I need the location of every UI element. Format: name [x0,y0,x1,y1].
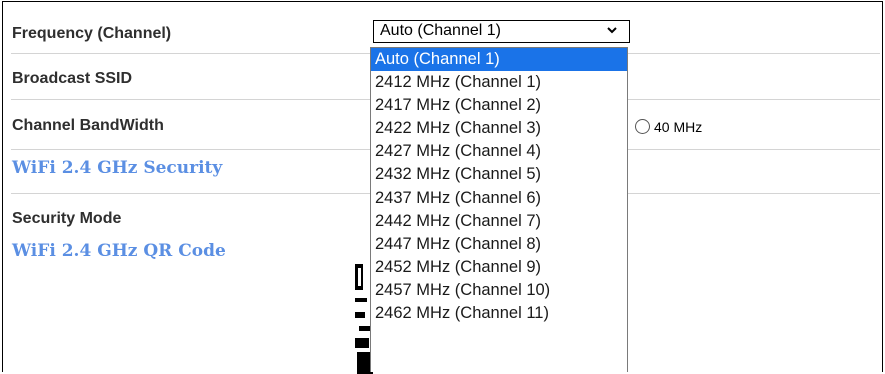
dropdown-option[interactable]: 2457 MHz (Channel 10) [371,279,627,302]
dropdown-option[interactable]: 2442 MHz (Channel 7) [371,210,627,233]
dropdown-option[interactable]: 2437 MHz (Channel 6) [371,187,627,210]
frequency-select-value: Auto (Channel 1) [380,22,501,39]
security-mode-label: Security Mode [12,210,122,227]
dropdown-option[interactable]: 2452 MHz (Channel 9) [371,256,627,279]
dropdown-option[interactable]: 2462 MHz (Channel 11) [371,302,627,325]
chevron-down-icon [607,27,617,34]
dropdown-option[interactable]: 2412 MHz (Channel 1) [371,71,627,94]
dropdown-option[interactable]: 2427 MHz (Channel 4) [371,140,627,163]
qr-section-title: WiFi 2.4 GHz QR Code [12,241,226,261]
frequency-dropdown-list[interactable]: Auto (Channel 1) 2412 MHz (Channel 1) 24… [370,47,628,372]
dropdown-option[interactable]: 2432 MHz (Channel 5) [371,163,627,186]
bandwidth-40-option[interactable]: 40 MHz [635,119,702,135]
frequency-select[interactable]: Auto (Channel 1) [373,20,630,43]
dropdown-option[interactable]: 2447 MHz (Channel 8) [371,233,627,256]
dropdown-option[interactable]: 2417 MHz (Channel 2) [371,94,627,117]
radio-icon[interactable] [635,119,650,134]
channel-bandwidth-label: Channel BandWidth [12,117,164,134]
security-section-title: WiFi 2.4 GHz Security [12,158,223,178]
dropdown-option[interactable]: Auto (Channel 1) [371,48,627,72]
dropdown-option[interactable]: 2422 MHz (Channel 3) [371,117,627,140]
broadcast-ssid-label: Broadcast SSID [12,70,133,87]
frequency-label: Frequency (Channel) [12,25,172,42]
bandwidth-40-label: 40 MHz [654,119,703,135]
